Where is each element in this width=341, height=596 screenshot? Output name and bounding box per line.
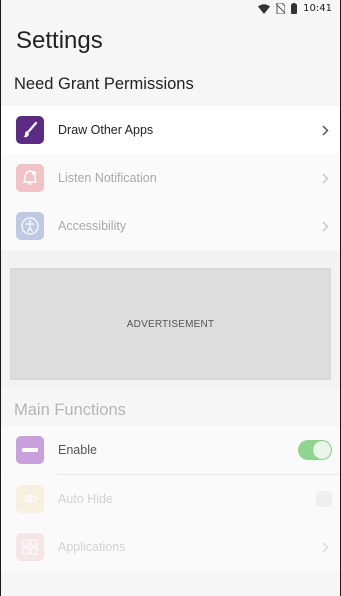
permission-row-listen-notification[interactable]: Listen Notification — [1, 154, 340, 202]
permission-row-accessibility[interactable]: Accessibility — [1, 202, 340, 250]
settings-screen: 10:41 Settings Need Grant Permissions Dr… — [1, 0, 340, 596]
chevron-right-icon — [322, 172, 332, 184]
section-header-main-functions: Main Functions — [14, 401, 126, 419]
function-row-enable[interactable]: Enable — [1, 426, 340, 474]
wifi-icon — [258, 3, 271, 14]
toggle-knob — [313, 441, 331, 459]
permission-label: Listen Notification — [58, 171, 157, 185]
enable-icon — [16, 436, 44, 464]
function-label: Enable — [58, 443, 97, 457]
chevron-right-icon — [322, 124, 332, 136]
advertisement-container: ADVERTISEMENT — [1, 250, 340, 388]
chevron-right-icon — [322, 220, 332, 232]
auto-hide-toggle[interactable] — [316, 491, 332, 507]
page-title: Settings — [16, 27, 103, 54]
advertisement-label: ADVERTISEMENT — [126, 318, 215, 330]
paintbrush-icon — [16, 116, 44, 144]
enable-toggle[interactable] — [298, 440, 332, 460]
section-header-permissions: Need Grant Permissions — [14, 75, 194, 93]
no-sim-icon — [276, 3, 286, 14]
function-label: Auto Hide — [58, 492, 113, 506]
bell-icon — [16, 164, 44, 192]
applications-icon — [16, 533, 44, 561]
advertisement-banner[interactable]: ADVERTISEMENT — [10, 268, 331, 380]
status-time: 10:41 — [303, 3, 332, 14]
permission-label: Accessibility — [58, 219, 127, 233]
battery-icon — [291, 3, 298, 14]
status-bar: 10:41 — [1, 0, 340, 17]
auto-hide-icon — [16, 485, 44, 513]
permission-label: Draw Other Apps — [58, 123, 154, 137]
function-label: Applications — [58, 540, 126, 554]
chevron-right-icon — [322, 541, 332, 553]
permission-row-draw-other-apps[interactable]: Draw Other Apps — [1, 106, 340, 154]
function-row-auto-hide[interactable]: Auto Hide — [1, 475, 340, 523]
function-row-applications[interactable]: Applications — [1, 523, 340, 571]
accessibility-icon — [16, 212, 44, 240]
